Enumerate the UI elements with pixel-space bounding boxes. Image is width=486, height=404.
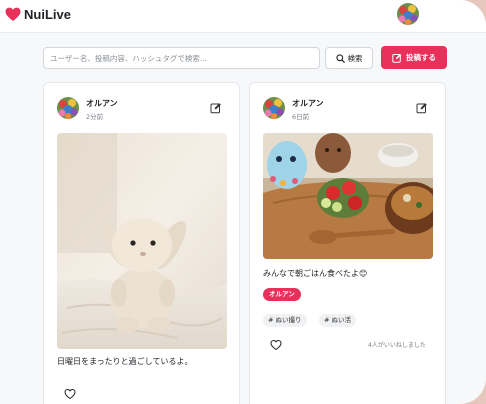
create-post-button[interactable]: 投稿する (381, 46, 447, 69)
top-header: NuiLive (0, 0, 486, 33)
search-button-label: 検索 (347, 53, 363, 63)
post-timestamp: 2分前 (86, 113, 104, 121)
post-author-avatar[interactable] (57, 97, 79, 119)
like-heart-icon[interactable] (270, 339, 282, 351)
like-heart-icon[interactable] (64, 388, 76, 400)
post-card: オルアン 2分前 日曜日をまったりと過ごしているよ。 (43, 82, 240, 404)
search-input[interactable] (43, 47, 320, 69)
search-icon (335, 53, 345, 63)
post-caption: 日曜日をまったりと過ごしているよ。 (57, 357, 193, 366)
post-author-avatar[interactable] (263, 97, 285, 119)
app-window: NuiLive 検索 投稿する (0, 0, 486, 404)
like-count: 4人がいいねしました (368, 342, 426, 349)
post-card: オルアン 6日前 みんなで朝ごはん食べたよ😊 オルアン # ぬい撮り # ぬい活… (249, 82, 446, 404)
post-image-plush-bunny[interactable] (57, 133, 227, 349)
create-post-label: 投稿する (406, 53, 436, 62)
app-logo-text[interactable]: NuiLive (24, 7, 71, 22)
post-image-breakfast-table[interactable] (263, 133, 433, 259)
post-author-name[interactable]: オルアン (292, 98, 324, 109)
edit-square-icon (392, 53, 402, 63)
edit-post-icon[interactable] (416, 102, 428, 114)
hashtag-chip[interactable]: # ぬい撮り (263, 314, 307, 327)
heart-logo-icon (5, 7, 21, 21)
search-button[interactable]: 検索 (325, 47, 373, 69)
post-caption: みんなで朝ごはん食べたよ😊 (263, 269, 368, 278)
hashtag-chip[interactable]: # ぬい活 (319, 314, 357, 327)
user-avatar[interactable] (397, 3, 419, 25)
post-timestamp: 6日前 (292, 113, 310, 121)
post-author-name[interactable]: オルアン (86, 98, 118, 109)
edit-post-icon[interactable] (210, 102, 222, 114)
user-tag-badge[interactable]: オルアン (263, 288, 301, 301)
